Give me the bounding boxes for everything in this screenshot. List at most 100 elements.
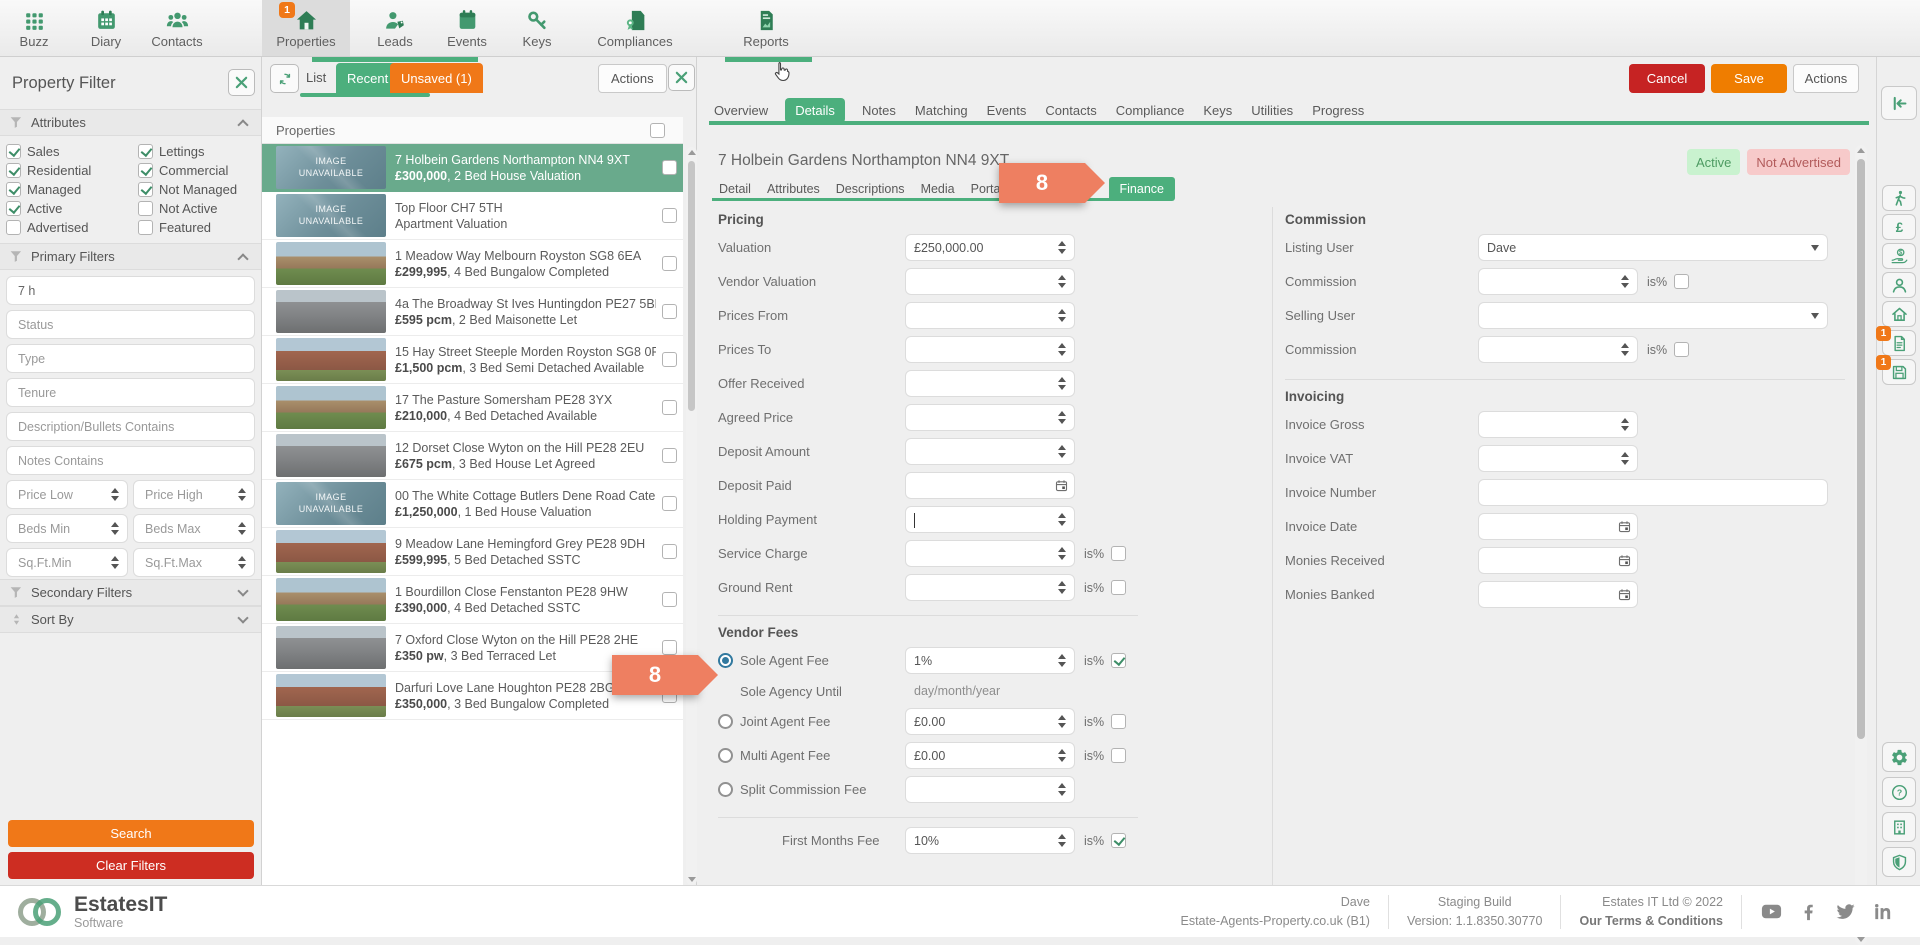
row-checkbox[interactable] bbox=[662, 304, 677, 319]
notes-contains-input[interactable] bbox=[6, 446, 255, 475]
home-outline-icon[interactable] bbox=[1882, 301, 1916, 327]
spinner[interactable] bbox=[1050, 235, 1074, 260]
deposit-paid-input[interactable] bbox=[905, 472, 1075, 499]
beds-max-input[interactable] bbox=[133, 514, 255, 543]
nav-item-diary[interactable]: Diary bbox=[78, 0, 134, 56]
spinner[interactable] bbox=[1050, 439, 1074, 464]
checkbox[interactable] bbox=[6, 220, 21, 235]
tab-compliance[interactable]: Compliance bbox=[1114, 98, 1187, 123]
spinner[interactable] bbox=[1050, 303, 1074, 328]
subtab-descriptions[interactable]: Descriptions bbox=[835, 178, 906, 200]
checkbox[interactable] bbox=[6, 201, 21, 216]
tenure-input[interactable] bbox=[6, 378, 255, 407]
spinner[interactable] bbox=[1050, 575, 1074, 600]
nav-item-leads[interactable]: Leads bbox=[366, 0, 424, 56]
property-list-item[interactable]: IMAGE UNAVAILABLE 7 Holbein Gardens Nort… bbox=[262, 144, 683, 192]
filter-checkbox-advertised[interactable]: Advertised bbox=[6, 220, 138, 235]
selling-user-select[interactable] bbox=[1478, 302, 1828, 329]
tab-notes[interactable]: Notes bbox=[860, 98, 898, 123]
building-icon[interactable] bbox=[1882, 812, 1916, 842]
checkbox[interactable] bbox=[6, 144, 21, 159]
filter-checkbox-residential[interactable]: Residential bbox=[6, 163, 138, 178]
checkbox[interactable] bbox=[6, 182, 21, 197]
sole-agent-fee-input[interactable] bbox=[905, 647, 1075, 674]
section-attributes[interactable]: Attributes bbox=[0, 109, 261, 136]
filter-checkbox-managed[interactable]: Managed bbox=[6, 182, 138, 197]
property-list-item[interactable]: 1 Bourdillon Close Fenstanton PE28 9HW £… bbox=[262, 576, 683, 624]
cancel-button[interactable]: Cancel bbox=[1629, 64, 1705, 93]
spinner[interactable] bbox=[1050, 828, 1074, 853]
nav-item-keys[interactable]: Keys bbox=[510, 0, 564, 56]
price-high-input[interactable] bbox=[133, 480, 255, 509]
calendar-icon[interactable] bbox=[1048, 478, 1074, 493]
calendar-icon[interactable] bbox=[1611, 587, 1637, 602]
filter-close-icon[interactable] bbox=[228, 69, 255, 96]
nav-item-properties[interactable]: 1 Properties bbox=[262, 0, 350, 56]
spinner[interactable] bbox=[103, 481, 127, 508]
commission-input[interactable] bbox=[1478, 336, 1638, 363]
listing-user-select[interactable]: Dave bbox=[1478, 234, 1828, 261]
spinner[interactable] bbox=[230, 481, 254, 508]
agreed-price-input[interactable] bbox=[905, 404, 1075, 431]
tab-contacts[interactable]: Contacts bbox=[1043, 98, 1098, 123]
filter-checkbox-sales[interactable]: Sales bbox=[6, 144, 138, 159]
invoice-gross-input[interactable] bbox=[1478, 411, 1638, 438]
invoice-number-input[interactable] bbox=[1478, 479, 1828, 506]
tab-progress[interactable]: Progress bbox=[1310, 98, 1366, 123]
calendar-icon[interactable] bbox=[1611, 519, 1637, 534]
is-percent-checkbox[interactable] bbox=[1674, 342, 1690, 357]
tab-details[interactable]: Details bbox=[785, 98, 845, 123]
list-actions-button[interactable]: Actions bbox=[598, 64, 667, 93]
checkbox[interactable] bbox=[138, 220, 153, 235]
row-checkbox[interactable] bbox=[662, 208, 677, 223]
person-icon[interactable] bbox=[1882, 272, 1916, 298]
row-checkbox[interactable] bbox=[662, 544, 677, 559]
type-input[interactable] bbox=[6, 344, 255, 373]
spinner[interactable] bbox=[1050, 743, 1074, 768]
nav-item-buzz[interactable]: Buzz bbox=[8, 0, 60, 56]
beds-min-input[interactable] bbox=[6, 514, 128, 543]
nav-item-reports[interactable]: Reports bbox=[734, 0, 798, 56]
subtab-media[interactable]: Media bbox=[920, 178, 956, 200]
filter-checkbox-commercial[interactable]: Commercial bbox=[138, 163, 255, 178]
spinner[interactable] bbox=[1613, 446, 1637, 471]
sq-ft-max-input[interactable] bbox=[133, 548, 255, 577]
property-list-item[interactable]: 17 The Pasture Somersham PE28 3YX £210,0… bbox=[262, 384, 683, 432]
tab-events[interactable]: Events bbox=[985, 98, 1029, 123]
commission-input[interactable] bbox=[1478, 268, 1638, 295]
collapse-left-icon[interactable] bbox=[1881, 86, 1917, 120]
list-close-icon[interactable] bbox=[668, 64, 695, 91]
tab-utilities[interactable]: Utilities bbox=[1249, 98, 1295, 123]
row-checkbox[interactable] bbox=[662, 160, 677, 175]
checkbox[interactable] bbox=[138, 144, 153, 159]
invoice-date-input[interactable] bbox=[1478, 513, 1638, 540]
property-list-item[interactable]: IMAGE UNAVAILABLE 00 The White Cottage B… bbox=[262, 480, 683, 528]
row-checkbox[interactable] bbox=[662, 448, 677, 463]
subtab-attributes[interactable]: Attributes bbox=[766, 178, 821, 200]
is-percent-checkbox[interactable] bbox=[1111, 653, 1127, 668]
filter-checkbox-not-active[interactable]: Not Active bbox=[138, 201, 255, 216]
spinner[interactable] bbox=[1050, 269, 1074, 294]
detail-scrollbar[interactable] bbox=[1855, 145, 1867, 945]
property-list-item[interactable]: 15 Hay Street Steeple Morden Royston SG8… bbox=[262, 336, 683, 384]
sq-ft-min-input[interactable] bbox=[6, 548, 128, 577]
gear-icon[interactable] bbox=[1882, 742, 1916, 772]
holding-payment-input[interactable] bbox=[905, 506, 1075, 533]
twitter-icon[interactable] bbox=[1834, 900, 1857, 923]
spinner[interactable] bbox=[103, 549, 127, 576]
monies-banked-input[interactable] bbox=[1478, 581, 1638, 608]
checkbox[interactable] bbox=[6, 163, 21, 178]
spinner[interactable] bbox=[1050, 648, 1074, 673]
filter-checkbox-featured[interactable]: Featured bbox=[138, 220, 255, 235]
property-list-item[interactable]: IMAGE UNAVAILABLE Top Floor CH7 5TH Apar… bbox=[262, 192, 683, 240]
is-percent-checkbox[interactable] bbox=[1111, 546, 1127, 561]
youtube-icon[interactable] bbox=[1760, 900, 1783, 923]
nav-item-contacts[interactable]: Contacts bbox=[144, 0, 210, 56]
is-percent-checkbox[interactable] bbox=[1111, 748, 1127, 763]
spinner[interactable] bbox=[230, 549, 254, 576]
filter-checkbox-active[interactable]: Active bbox=[6, 201, 138, 216]
joint-agent-fee-input[interactable] bbox=[905, 708, 1075, 735]
is-percent-checkbox[interactable] bbox=[1111, 833, 1127, 848]
property-list-item[interactable]: 9 Meadow Lane Hemingford Grey PE28 9DH £… bbox=[262, 528, 683, 576]
invoice-vat-input[interactable] bbox=[1478, 445, 1638, 472]
